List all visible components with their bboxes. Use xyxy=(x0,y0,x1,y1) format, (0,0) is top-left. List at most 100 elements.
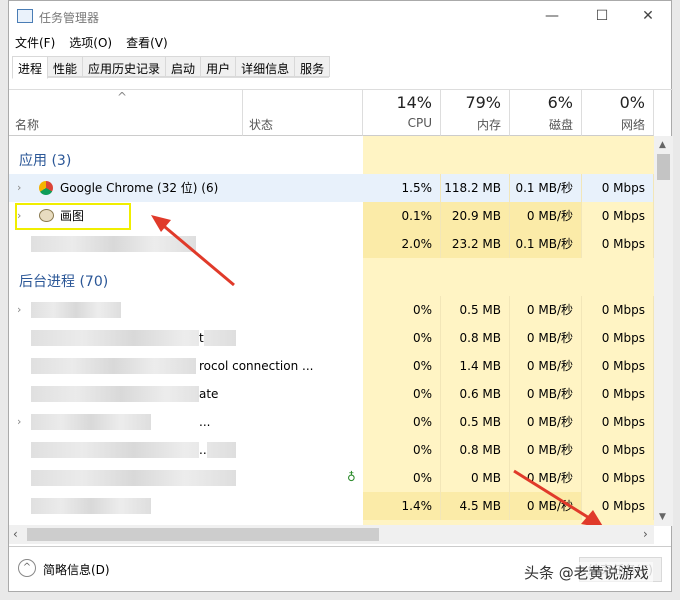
scroll-down-icon[interactable]: ▼ xyxy=(659,512,666,522)
mem-cell: 0.8 MB xyxy=(441,436,510,464)
mem-cell: 4.5 MB xyxy=(441,492,510,520)
blurred-process-name xyxy=(31,358,196,374)
column-header-network[interactable]: 0% 网络 xyxy=(582,90,654,136)
menu-file[interactable]: 文件(F) xyxy=(15,34,55,51)
expand-chevron-icon[interactable]: › xyxy=(17,408,21,436)
table-row[interactable]: › 0% 0.5 MB 0 MB/秒 0 Mbps xyxy=(9,296,654,324)
process-name: t xyxy=(199,324,204,352)
net-cell: 0 Mbps xyxy=(582,324,654,352)
cpu-cell: 0.1% xyxy=(363,202,441,230)
mem-cell: 0 MB xyxy=(441,464,510,492)
menu-options[interactable]: 选项(O) xyxy=(69,34,112,51)
blurred-process-name xyxy=(31,498,151,514)
net-cell: 0 Mbps xyxy=(582,174,654,202)
close-button[interactable]: ✕ xyxy=(625,5,671,27)
mem-cell: 20.9 MB xyxy=(441,202,510,230)
group-apps: 应用 (3) xyxy=(19,153,72,169)
red-arrow-icon xyxy=(151,215,235,287)
menu-view[interactable]: 查看(V) xyxy=(126,34,168,51)
cpu-cell: 1.4% xyxy=(363,492,441,520)
net-cell: 0 Mbps xyxy=(582,296,654,324)
disk-cell: 0 MB/秒 xyxy=(510,352,582,380)
column-header-status[interactable]: 状态 xyxy=(243,90,363,136)
process-grid: ^ 名称 状态 14% CPU 79% 内存 6% 磁盘 0% 网络 应用 (3) 后台… xyxy=(9,89,673,528)
net-cell: 0 Mbps xyxy=(582,352,654,380)
cpu-cell: 0% xyxy=(363,324,441,352)
column-header-cpu[interactable]: 14% CPU xyxy=(363,90,441,136)
cpu-cell: 0% xyxy=(363,352,441,380)
disk-cell: 0 MB/秒 xyxy=(510,408,582,436)
net-cell: 0 Mbps xyxy=(582,380,654,408)
title-bar: 任务管理器 — ☐ ✕ xyxy=(9,1,671,31)
blurred-process-name xyxy=(31,386,211,402)
less-details-link[interactable]: 简略信息(D) xyxy=(43,561,110,578)
column-header-disk[interactable]: 6% 磁盘 xyxy=(510,90,582,136)
vertical-scrollbar[interactable]: ▲ ▼ xyxy=(654,136,673,526)
disk-cell: 0.1 MB/秒 xyxy=(510,174,582,202)
mem-cell: 0.5 MB xyxy=(441,296,510,324)
cpu-cell: 0% xyxy=(363,464,441,492)
net-cell: 0 Mbps xyxy=(582,436,654,464)
disk-cell: 0 MB/秒 xyxy=(510,202,582,230)
blurred-process-name xyxy=(31,470,236,486)
highlight-box xyxy=(15,203,131,230)
tab-startup[interactable]: 启动 xyxy=(165,56,202,77)
expand-chevron-icon[interactable]: › xyxy=(17,174,21,202)
tab-performance[interactable]: 性能 xyxy=(47,56,84,77)
watermark: 头条 @老黄说游戏 xyxy=(520,562,653,583)
blurred-process-name xyxy=(31,414,151,430)
table-row[interactable]: ›... 0% 0.5 MB 0 MB/秒 0 Mbps xyxy=(9,408,654,436)
net-cell: 0 Mbps xyxy=(582,408,654,436)
chrome-icon xyxy=(39,181,53,195)
blurred-process-name xyxy=(31,330,236,346)
tab-services[interactable]: 服务 xyxy=(294,56,331,77)
net-cell: 0 Mbps xyxy=(582,230,654,258)
disk-cell: 0 MB/秒 xyxy=(510,380,582,408)
table-row[interactable]: t 0% 0.8 MB 0 MB/秒 0 Mbps xyxy=(9,324,654,352)
task-manager-window: 任务管理器 — ☐ ✕ 文件(F) 选项(O) 查看(V) 进程 性能 应用历史… xyxy=(8,0,673,592)
task-manager-icon xyxy=(17,9,33,23)
cpu-cell: 1.5% xyxy=(363,174,441,202)
menu-bar: 文件(F) 选项(O) 查看(V) xyxy=(15,34,168,51)
scroll-up-icon[interactable]: ▲ xyxy=(659,140,666,150)
sort-up-icon: ^ xyxy=(117,90,128,104)
tab-processes[interactable]: 进程 xyxy=(12,56,49,79)
vertical-scroll-thumb[interactable] xyxy=(657,154,670,180)
mem-cell: 0.5 MB xyxy=(441,408,510,436)
mem-cell: 0.8 MB xyxy=(441,324,510,352)
window-title: 任务管理器 xyxy=(39,11,100,25)
disk-cell: 0 MB/秒 xyxy=(510,436,582,464)
expand-chevron-icon[interactable]: › xyxy=(17,296,21,324)
horizontal-scrollbar[interactable]: ‹ › xyxy=(9,525,654,544)
maximize-button[interactable]: ☐ xyxy=(579,5,625,27)
horizontal-scroll-thumb[interactable] xyxy=(27,528,379,541)
collapse-chevron-icon[interactable]: ^ xyxy=(18,559,36,577)
process-name: .. xyxy=(199,436,207,464)
tab-app-history[interactable]: 应用历史记录 xyxy=(82,56,167,77)
table-row[interactable]: › Google Chrome (32 位) (6) 1.5% 118.2 MB 0.1… xyxy=(9,174,654,202)
blurred-process-name xyxy=(31,302,121,318)
cpu-cell: 0% xyxy=(363,296,441,324)
scroll-left-icon[interactable]: ‹ xyxy=(13,527,18,541)
column-header-name[interactable]: ^ 名称 xyxy=(9,90,243,136)
mem-cell: 0.6 MB xyxy=(441,380,510,408)
mem-cell: 23.2 MB xyxy=(441,230,510,258)
tab-bar: 进程 性能 应用历史记录 启动 用户 详细信息 服务 xyxy=(12,56,331,79)
table-row[interactable]: 2.0% 23.2 MB 0.1 MB/秒 0 Mbps xyxy=(9,230,654,258)
cpu-cell: 2.0% xyxy=(363,230,441,258)
disk-cell: 0 MB/秒 xyxy=(510,296,582,324)
cpu-cell: 0% xyxy=(363,408,441,436)
process-name: ate xyxy=(199,380,219,408)
tab-details[interactable]: 详细信息 xyxy=(235,56,296,77)
table-row[interactable]: ate 0% 0.6 MB 0 MB/秒 0 Mbps xyxy=(9,380,654,408)
process-name: Google Chrome (32 位) (6) xyxy=(60,181,219,195)
scroll-right-icon[interactable]: › xyxy=(643,527,648,541)
column-header-memory[interactable]: 79% 内存 xyxy=(441,90,510,136)
disk-cell: 0.1 MB/秒 xyxy=(510,230,582,258)
table-row[interactable]: rocol connection ... 0% 1.4 MB 0 MB/秒 0 Mbps xyxy=(9,352,654,380)
tab-users[interactable]: 用户 xyxy=(200,56,237,77)
table-row[interactable]: .. 0% 0.8 MB 0 MB/秒 0 Mbps xyxy=(9,436,654,464)
minimize-button[interactable]: — xyxy=(529,5,575,27)
mem-cell: 1.4 MB xyxy=(441,352,510,380)
net-cell: 0 Mbps xyxy=(582,202,654,230)
